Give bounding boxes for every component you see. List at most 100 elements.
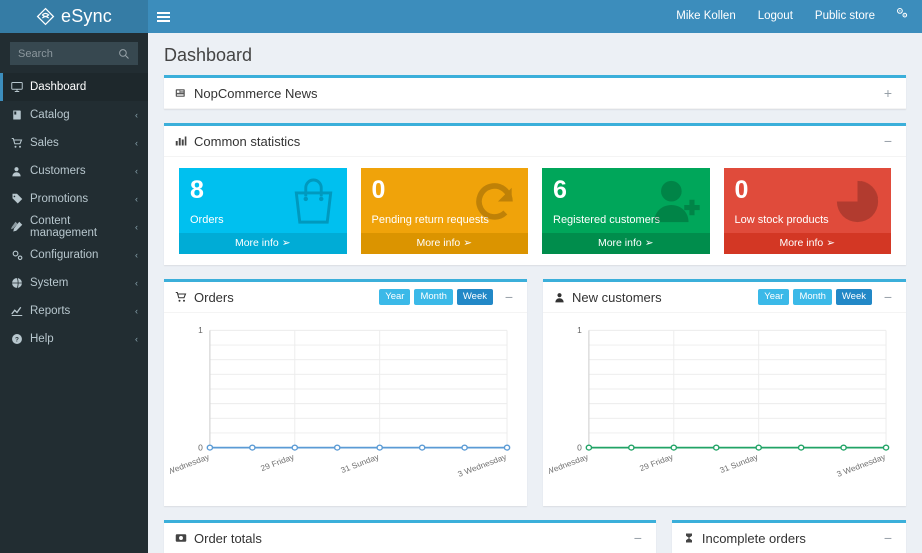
range-button-week[interactable]: Week [835, 288, 872, 306]
panel-tools: − [881, 531, 895, 545]
chevron-left-icon: ‹ [135, 166, 138, 176]
svg-text:29 Friday: 29 Friday [638, 452, 675, 473]
user-icon [11, 166, 30, 177]
stat-tile-pending-return-requests[interactable]: 0 Pending return requests More info ➢ [360, 168, 529, 254]
incomplete-orders-column: Incomplete orders − [664, 520, 914, 553]
gear-cogs-icon [11, 249, 30, 262]
sidebar-item-customers[interactable]: Customers ‹ [0, 157, 148, 185]
new-customers-panel: New customers Year Month Week − 0 1 27 Wed… [543, 279, 906, 506]
range-button-month[interactable]: Month [414, 288, 453, 306]
range-button-year[interactable]: Year [758, 288, 790, 306]
range-button-week[interactable]: Week [456, 288, 493, 306]
stat-tile-orders[interactable]: 8 Orders More info ➢ [179, 168, 347, 254]
expand-panel-button[interactable]: + [881, 86, 895, 100]
top-links: Mike Kollen Logout Public store [665, 0, 922, 33]
chevron-left-icon: ‹ [135, 138, 138, 148]
money-circle-icon [175, 532, 187, 544]
panel-tools: − [631, 531, 645, 545]
collapse-panel-button[interactable]: − [881, 290, 895, 304]
sidebar-item-reports[interactable]: Reports ‹ [0, 297, 148, 325]
stat-tile-registered-customers[interactable]: 6 Registered customers More info ➢ [542, 168, 710, 254]
cart-icon [11, 137, 30, 149]
tile-more-info-link[interactable]: More info ➢ [723, 233, 891, 254]
monitor-icon [11, 81, 30, 93]
collapse-panel-button[interactable]: − [631, 531, 645, 545]
range-button-month[interactable]: Month [793, 288, 832, 306]
panel-title: NopCommerce News [194, 85, 318, 101]
tile-value: 8 [190, 176, 204, 204]
page-header: Dashboard [148, 33, 922, 75]
newspaper-icon [175, 87, 187, 99]
svg-text:1: 1 [577, 326, 582, 335]
collapse-panel-button[interactable]: − [881, 134, 895, 148]
sidebar-item-label: Help [30, 333, 54, 345]
sidebar-item-label: Catalog [30, 109, 70, 121]
search-icon[interactable] [114, 42, 134, 65]
collapse-panel-button[interactable]: − [502, 290, 516, 304]
sidebar-item-label: Dashboard [30, 81, 87, 93]
top-navbar: Mike Kollen Logout Public store [148, 0, 922, 33]
collapse-panel-button[interactable]: − [881, 531, 895, 545]
main-content: Dashboard NopCommerce News + Common stat… [148, 33, 922, 553]
sidebar-item-promotions[interactable]: Promotions ‹ [0, 185, 148, 213]
tile-column: 0 Low stock products More info ➢ [717, 168, 899, 265]
sidebar-item-label: Promotions [30, 193, 89, 205]
more-info-label: More info [234, 237, 279, 249]
new-customers-chart[interactable]: 0 1 27 Wednesday 29 Friday 31 Sunday 3 Wednes… [549, 321, 900, 502]
bottom-row: Order totals − Incomplete orders − [148, 520, 922, 553]
range-button-group: Year Month Week [758, 288, 872, 306]
orders-chart-body: 0 1 27 Wednesday 29 Friday 31 Sunday 3 Wednes… [164, 313, 527, 506]
tile-more-info-link[interactable]: More info ➢ [179, 233, 347, 254]
sidebar-item-catalog[interactable]: Catalog ‹ [0, 101, 148, 129]
orders-chart[interactable]: 0 1 27 Wednesday 29 Friday 31 Sunday 3 Wednes… [170, 321, 521, 502]
arrow-circle-right-icon: ➢ [281, 237, 291, 249]
logout-link[interactable]: Logout [747, 0, 804, 33]
chevron-left-icon: ‹ [135, 278, 138, 288]
public-store-link[interactable]: Public store [804, 0, 886, 33]
tile-more-info-link[interactable]: More info ➢ [542, 233, 710, 254]
sidebar-item-label: System [30, 277, 69, 289]
sidebar-item-configuration[interactable]: Configuration ‹ [0, 241, 148, 269]
tile-label: Orders [190, 214, 224, 227]
bar-chart-icon [175, 135, 187, 147]
sidebar-item-label: Sales [30, 137, 59, 149]
range-button-year[interactable]: Year [379, 288, 411, 306]
new-customers-chart-column: New customers Year Month Week − 0 1 27 Wed… [535, 279, 914, 520]
stat-tile-low-stock-products[interactable]: 0 Low stock products More info ➢ [723, 168, 892, 254]
sidebar-item-sales[interactable]: Sales ‹ [0, 129, 148, 157]
sidebar-search [0, 33, 148, 69]
sidebar-item-content-management[interactable]: Content management ‹ [0, 213, 148, 241]
chart-line-icon [11, 305, 30, 317]
sync-diamond-icon [36, 7, 55, 26]
brand-logo[interactable]: eSync [0, 0, 148, 33]
svg-text:0: 0 [577, 444, 582, 453]
sidebar-item-help[interactable]: ? Help ‹ [0, 325, 148, 353]
tile-value: 6 [553, 176, 567, 204]
tile-body: 0 Pending return requests [361, 168, 529, 233]
sidebar: Dashboard Catalog ‹ Sales ‹ [0, 33, 148, 553]
sidebar-item-label: Content management [30, 215, 98, 239]
panel-title: Incomplete orders [701, 530, 806, 546]
svg-text:29 Friday: 29 Friday [259, 452, 296, 473]
user-name-link[interactable]: Mike Kollen [665, 0, 746, 33]
svg-text:3 Wednesday: 3 Wednesday [456, 452, 508, 479]
arrow-circle-right-icon: ➢ [826, 237, 836, 249]
sidebar-item-dashboard[interactable]: Dashboard [0, 73, 148, 101]
search-box[interactable] [10, 42, 138, 65]
sidebar-item-system[interactable]: System ‹ [0, 269, 148, 297]
tile-body: 0 Low stock products [724, 168, 892, 233]
sidebar-item-label: Reports [30, 305, 71, 317]
hamburger-icon[interactable] [148, 0, 178, 33]
tile-body: 6 Registered customers [542, 168, 710, 233]
tile-value: 0 [734, 176, 749, 204]
order-totals-panel: Order totals − [164, 520, 656, 553]
globe-icon [11, 277, 30, 289]
sidebar-item-label: Configuration [30, 249, 99, 261]
tile-more-info-link[interactable]: More info ➢ [360, 233, 528, 254]
panel-header: Incomplete orders − [672, 523, 906, 553]
svg-text:?: ? [15, 337, 19, 344]
common-statistics-panel: Common statistics − 8 Orders More info ➢… [164, 123, 906, 265]
panel-header: Common statistics − [164, 126, 906, 157]
panel-title: New customers [572, 289, 662, 305]
gear-cogs-icon[interactable] [886, 0, 922, 33]
